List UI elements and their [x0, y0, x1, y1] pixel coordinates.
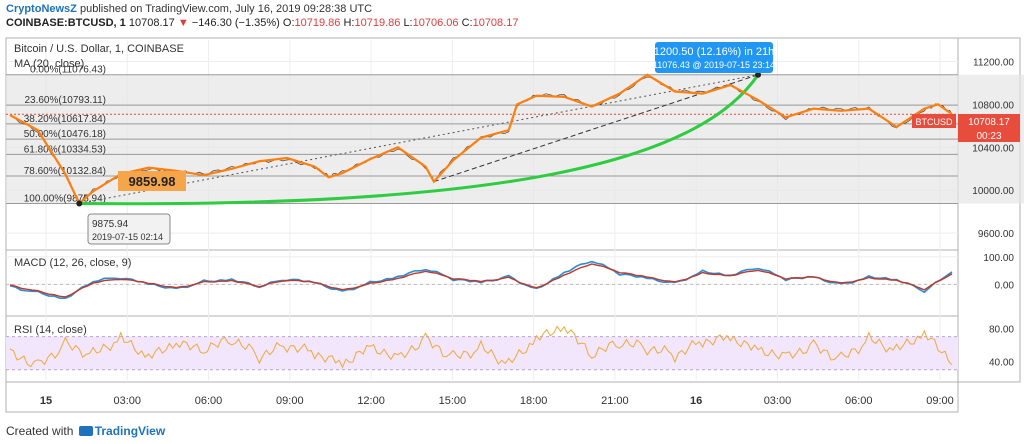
- close-label: C:: [461, 17, 473, 29]
- y-tick-label: 10800.00: [972, 100, 1014, 111]
- rsi-tick-label: 80.00: [989, 324, 1014, 335]
- x-tick-label: 06:00: [195, 395, 223, 407]
- x-tick-label: 18:00: [520, 395, 548, 407]
- chart-area[interactable]: 0.00%(11076.43)23.60%(10793.11)38.20%(10…: [0, 34, 1024, 420]
- x-tick-label: 03:00: [764, 395, 792, 407]
- low-value: 10706.06: [412, 17, 459, 29]
- price-tag-symbol: BTCUSD: [915, 117, 953, 127]
- created-with-label: Created with: [6, 424, 74, 438]
- mid-price-tag-value: 9859.98: [129, 174, 176, 189]
- rsi-pane-title: RSI (14, close): [14, 324, 87, 336]
- y-tick-label: 11200.00: [973, 57, 1014, 68]
- author-name[interactable]: CryptoNewsZ: [6, 3, 77, 15]
- y-tick-label: 9600.00: [978, 229, 1015, 240]
- countdown-value: 00:23: [976, 131, 1001, 142]
- tradingview-logo-icon: [78, 426, 93, 436]
- publish-info: published on TradingView.com, July 16, 2…: [79, 3, 373, 15]
- range-callout-sub: 11076.43 @ 2019-07-15 23:14: [653, 60, 775, 70]
- macd-pane-title: MACD (12, 26, close, 9): [14, 257, 131, 269]
- symbol-line: COINBASE:BTCUSD, 1 10708.17 ▼ −146.30 (−…: [6, 17, 518, 29]
- down-arrow-icon: ▼: [177, 17, 189, 29]
- x-tick-label: 09:00: [926, 395, 954, 407]
- tradingview-brand[interactable]: TradingView: [95, 424, 165, 438]
- last-price: 10708.17: [128, 17, 175, 29]
- open-label: O:: [282, 17, 295, 29]
- x-tick-label: 06:00: [845, 395, 873, 407]
- x-tick-label: 21:00: [601, 395, 629, 407]
- fib-level-label: 61.80%(10334.53): [24, 144, 106, 155]
- x-tick-label: 09:00: [276, 395, 304, 407]
- publish-line: CryptoNewsZ published on TradingView.com…: [6, 3, 372, 15]
- x-tick-label: 15:00: [439, 395, 467, 407]
- y-tick-label: 10000.00: [972, 186, 1014, 197]
- x-tick-label: 12:00: [357, 395, 385, 407]
- range-callout-title: 1200.50 (12.16%) in 21h: [654, 46, 774, 58]
- open-value: 10719.86: [294, 17, 341, 29]
- macd-tick-label: 0.00: [995, 280, 1015, 291]
- x-tick-label: 15: [40, 395, 52, 407]
- price-change: −146.30 (−1.35%): [191, 17, 280, 29]
- fib-level-label: 50.00%(10476.18): [24, 129, 106, 140]
- footer: Created with TradingView: [6, 424, 165, 438]
- symbol-label: COINBASE:BTCUSD, 1: [6, 17, 126, 29]
- price-pane-title: Bitcoin / U.S. Dollar, 1, COINBASE: [14, 43, 184, 55]
- fib-level-label: 23.60%(10793.11): [24, 95, 106, 106]
- mid-price-tag[interactable]: 9859.98: [118, 171, 186, 191]
- fib-level-label: 38.20%(10617.84): [24, 114, 106, 125]
- x-tick-label: 16: [690, 395, 702, 407]
- low-callout[interactable]: 9875.94 2019-07-15 02:14: [87, 213, 171, 245]
- high-value: 10719.86: [354, 17, 401, 29]
- low-marker: [76, 200, 83, 207]
- y-tick-label: 10400.00: [972, 143, 1014, 154]
- price-tag-value: 10708.17: [968, 117, 1010, 128]
- high-label: H:: [343, 17, 355, 29]
- x-tick-label: 03:00: [114, 395, 142, 407]
- close-value: 10708.17: [472, 17, 519, 29]
- rsi-tick-label: 40.00: [989, 357, 1014, 368]
- low-label: L:: [403, 17, 413, 29]
- range-callout[interactable]: 1200.50 (12.16%) in 21h 11076.43 @ 2019-…: [653, 42, 775, 73]
- macd-tick-label: 100.00: [983, 253, 1014, 264]
- low-callout-value: 9875.94: [92, 219, 129, 230]
- ma-indicator-label: MA (20, close): [14, 58, 84, 70]
- low-callout-date: 2019-07-15 02:14: [92, 232, 163, 242]
- time-axis[interactable]: [5, 381, 959, 413]
